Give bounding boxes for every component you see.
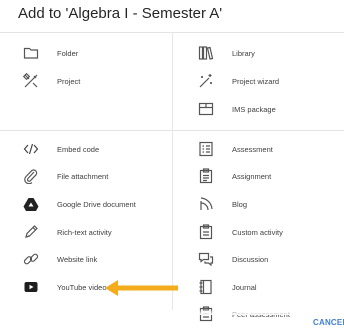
option-label: File attachment xyxy=(57,171,109,181)
folder-icon xyxy=(23,45,39,61)
option-google-drive-document[interactable]: Google Drive document xyxy=(23,194,136,214)
option-label: Rich-text activity xyxy=(57,227,112,237)
column-divider-top xyxy=(172,32,173,130)
dialog-title: Add to 'Algebra I - Semester A' xyxy=(18,5,223,22)
option-label: Discussion xyxy=(232,254,269,264)
option-label: YouTube video xyxy=(57,282,107,292)
option-custom-activity[interactable]: Custom activity xyxy=(198,222,283,242)
magic-wand-icon xyxy=(198,73,214,89)
option-label: Project xyxy=(57,76,81,86)
option-discussion[interactable]: Discussion xyxy=(198,249,268,269)
project-tools-icon xyxy=(23,73,39,89)
package-box-icon xyxy=(198,101,214,117)
option-rich-text-activity[interactable]: Rich-text activity xyxy=(23,222,112,242)
discussion-icon xyxy=(198,251,214,267)
option-label: Journal xyxy=(232,282,257,292)
scroll-fade xyxy=(194,309,344,315)
assessment-icon xyxy=(198,141,214,157)
option-assessment[interactable]: Assessment xyxy=(198,139,273,159)
option-journal[interactable]: Journal xyxy=(198,277,257,297)
blog-icon xyxy=(198,196,214,212)
code-icon xyxy=(23,141,39,157)
option-folder[interactable]: Folder xyxy=(23,43,78,63)
option-blog[interactable]: Blog xyxy=(198,194,247,214)
option-label: Website link xyxy=(57,254,98,264)
cancel-button[interactable]: CANCEL xyxy=(313,318,344,327)
option-youtube-video[interactable]: YouTube video xyxy=(23,277,107,297)
option-label: Blog xyxy=(232,199,248,209)
option-label: Assignment xyxy=(232,171,272,181)
option-project[interactable]: Project xyxy=(23,71,80,91)
option-assignment[interactable]: Assignment xyxy=(198,166,271,186)
option-website-link[interactable]: Website link xyxy=(23,249,97,269)
link-icon xyxy=(23,251,39,267)
option-library[interactable]: Library xyxy=(198,43,255,63)
option-label: Folder xyxy=(57,48,79,58)
option-label: Project wizard xyxy=(232,76,280,86)
pencil-icon xyxy=(23,224,39,240)
google-drive-icon xyxy=(23,196,39,212)
option-label: IMS package xyxy=(232,104,276,114)
option-label: Assessment xyxy=(232,144,273,154)
library-icon xyxy=(198,45,214,61)
option-file-attachment[interactable]: File attachment xyxy=(23,166,108,186)
option-embed-code[interactable]: Embed code xyxy=(23,139,99,159)
option-label: Google Drive document xyxy=(57,199,136,209)
option-ims-package[interactable]: IMS package xyxy=(198,99,276,119)
custom-activity-icon xyxy=(198,224,214,240)
journal-icon xyxy=(198,279,214,295)
assignment-icon xyxy=(198,168,214,184)
youtube-icon xyxy=(23,279,39,295)
option-project-wizard[interactable]: Project wizard xyxy=(198,71,279,91)
paperclip-icon xyxy=(23,168,39,184)
highlight-arrow-icon xyxy=(105,280,178,296)
option-label: Library xyxy=(232,48,255,58)
option-label: Embed code xyxy=(57,144,100,154)
option-label: Custom activity xyxy=(232,227,283,237)
